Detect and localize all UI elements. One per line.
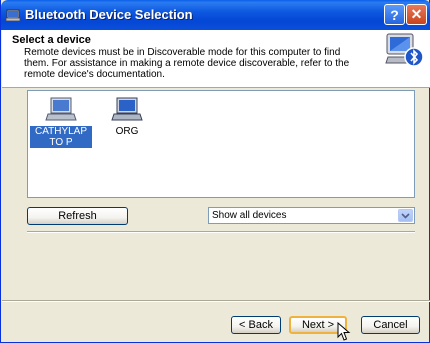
divider	[27, 231, 415, 233]
refresh-button[interactable]: Refresh	[27, 207, 128, 225]
close-button[interactable]: ✕	[406, 4, 427, 25]
bluetooth-computer-icon	[385, 33, 424, 67]
device-item-org[interactable]: ORG	[96, 96, 158, 137]
wizard-header: Select a device Remote devices must be i…	[2, 30, 430, 88]
footer-divider	[2, 300, 430, 302]
device-item-cathylaptop[interactable]: CATHYLAPTO P	[30, 96, 92, 148]
laptop-icon	[45, 97, 77, 121]
device-list[interactable]: CATHYLAPTO P ORG	[27, 90, 415, 198]
bluetooth-app-icon	[6, 9, 21, 22]
device-filter-value: Show all devices	[212, 210, 287, 221]
title-bar[interactable]: Bluetooth Device Selection ? ✕	[1, 0, 430, 30]
device-label: CATHYLAPTO P	[30, 126, 92, 148]
cancel-button[interactable]: Cancel	[361, 316, 420, 334]
help-button[interactable]: ?	[384, 4, 405, 25]
back-button[interactable]: < Back	[231, 316, 281, 334]
device-filter-dropdown[interactable]: Show all devices	[208, 207, 415, 224]
mouse-cursor-icon	[337, 322, 351, 341]
header-title: Select a device	[12, 34, 91, 46]
header-description: Remote devices must be in Discoverable m…	[24, 47, 350, 80]
bluetooth-device-selection-window: Bluetooth Device Selection ? ✕ Select a …	[0, 0, 430, 343]
chevron-down-icon[interactable]	[398, 209, 413, 222]
laptop-icon	[111, 97, 143, 121]
device-label: ORG	[115, 126, 139, 137]
window-title: Bluetooth Device Selection	[25, 7, 193, 22]
